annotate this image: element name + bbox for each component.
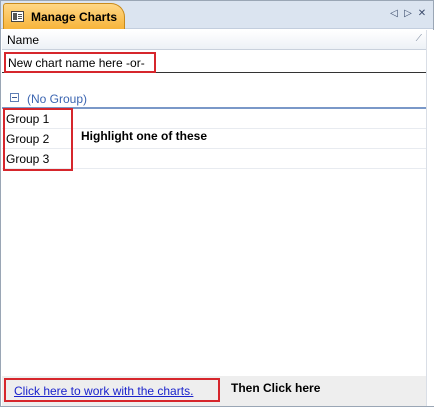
- list-item-label: Group 2: [6, 132, 50, 146]
- list-item-group-1[interactable]: Group 1: [2, 109, 426, 129]
- collapse-minus-icon[interactable]: [10, 93, 19, 102]
- manage-charts-window: Manage Charts ◁ ▷ ✕ Name ⁄ (No Group) Gr…: [0, 0, 434, 407]
- tab-strip: Manage Charts ◁ ▷ ✕: [1, 1, 433, 29]
- list-item-label: Group 3: [6, 152, 50, 166]
- group-header-label: (No Group): [27, 92, 88, 106]
- new-chart-name-input[interactable]: [4, 52, 156, 73]
- scrollbar-track[interactable]: [426, 30, 434, 406]
- column-header-name[interactable]: Name ⁄: [2, 30, 426, 50]
- list-item-group-3[interactable]: Group 3: [2, 149, 426, 169]
- list-item-group-2[interactable]: Group 2: [2, 129, 426, 149]
- work-with-charts-link[interactable]: Click here to work with the charts.: [14, 384, 193, 398]
- highlight-annotation-text: Highlight one of these: [81, 129, 207, 143]
- window-panel-icon: [11, 11, 24, 22]
- tab-title: Manage Charts: [31, 10, 118, 24]
- group-header-no-group[interactable]: (No Group): [2, 89, 426, 109]
- column-resize-icon[interactable]: ⁄: [418, 33, 420, 44]
- work-with-charts-link-box: Click here to work with the charts.: [4, 378, 220, 402]
- list-item-label: Group 1: [6, 112, 50, 126]
- group-list: Group 1 Group 2 Group 3: [2, 109, 426, 169]
- close-icon[interactable]: ✕: [416, 7, 428, 21]
- then-click-annotation-text: Then Click here: [231, 381, 321, 395]
- tab-manage-charts[interactable]: Manage Charts: [3, 3, 125, 29]
- column-header-label: Name: [7, 33, 40, 47]
- scroll-right-icon[interactable]: ▷: [402, 7, 414, 21]
- new-chart-row: [2, 51, 426, 73]
- scroll-left-icon[interactable]: ◁: [388, 7, 400, 21]
